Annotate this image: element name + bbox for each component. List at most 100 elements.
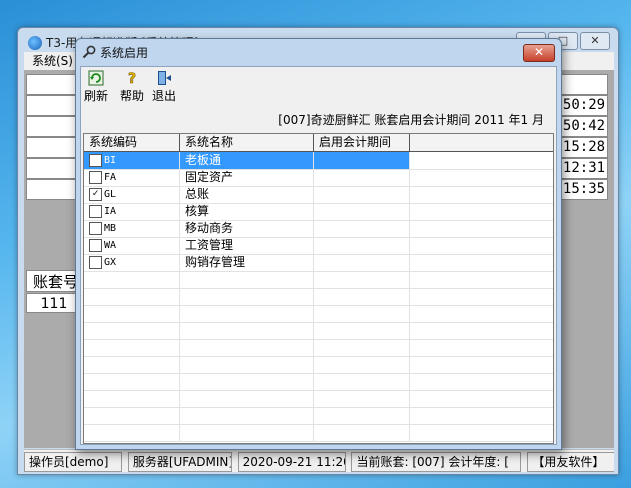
exit-button[interactable]: 退出 [149, 70, 179, 104]
system-name-cell [180, 271, 314, 288]
status-brand: 【用友软件】 [527, 452, 614, 472]
system-code-cell [84, 424, 180, 441]
status-bar: 操作员[demo] 服务器[UFADMIN] 2020-09-21 11:20 … [24, 449, 614, 472]
svg-text:?: ? [128, 71, 136, 86]
login-time-cell: 50:29 [560, 95, 608, 116]
table-row[interactable] [84, 356, 553, 374]
table-row[interactable]: GX 购销存管理 [84, 254, 553, 272]
dialog-close-button[interactable]: ✕ [523, 44, 555, 62]
system-code-cell: MB [84, 220, 180, 237]
status-server: 服务器[UFADMIN] [127, 452, 232, 472]
system-name-cell [180, 373, 314, 390]
system-code: GL [104, 189, 117, 200]
system-name: 工资管理 [185, 238, 234, 252]
table-row[interactable]: MB 移动商务 [84, 220, 553, 238]
main-close-button[interactable]: ✕ [580, 32, 610, 50]
table-row[interactable]: FA 固定资产 [84, 169, 553, 187]
login-time-cell: 15:28 [560, 137, 608, 158]
system-name-cell: 老板通 [180, 152, 314, 169]
system-code: MB [104, 223, 117, 234]
enable-checkbox[interactable] [89, 239, 102, 252]
enable-period-cell[interactable] [314, 373, 410, 390]
enable-checkbox[interactable] [89, 171, 102, 184]
table-row[interactable]: IA 核算 [84, 203, 553, 221]
column-header-filler [410, 134, 553, 151]
status-account: 当前账套: [007] 会计年度: [ [351, 452, 522, 472]
system-name: 固定资产 [185, 170, 234, 184]
refresh-button[interactable]: 刷新 [81, 70, 111, 104]
enable-checkbox[interactable] [89, 154, 102, 167]
table-row[interactable]: ✓ GL 总账 [84, 186, 553, 204]
system-name-cell [180, 356, 314, 373]
system-enable-dialog: 系统启用 ✕ 刷新 ? 帮助 退出 [007]奇迹厨鲜汇 账套启用会计期间 20… [75, 38, 562, 450]
enable-period-cell[interactable] [314, 237, 410, 254]
table-row[interactable] [84, 424, 553, 442]
enable-period-cell[interactable] [314, 203, 410, 220]
enable-checkbox[interactable] [89, 222, 102, 235]
enable-period-cell[interactable] [314, 390, 410, 407]
table-row[interactable]: BI 老板通 [84, 152, 553, 170]
system-code-cell [84, 288, 180, 305]
system-name-cell: 总账 [180, 186, 314, 203]
system-name-cell: 固定资产 [180, 169, 314, 186]
system-name-cell [180, 424, 314, 441]
system-code-cell: BI [84, 152, 180, 169]
table-row[interactable] [84, 322, 553, 340]
system-name: 移动商务 [185, 221, 234, 235]
enable-period-cell[interactable] [314, 322, 410, 339]
enable-checkbox[interactable] [89, 256, 102, 269]
enable-period-cell[interactable] [314, 271, 410, 288]
system-name-cell [180, 322, 314, 339]
system-name-cell [180, 390, 314, 407]
enable-period-cell[interactable] [314, 305, 410, 322]
system-name: 购销存管理 [185, 255, 246, 269]
enable-period-cell[interactable] [314, 220, 410, 237]
system-code-cell: WA [84, 237, 180, 254]
system-name-cell [180, 305, 314, 322]
table-row[interactable] [84, 373, 553, 391]
refresh-label: 刷新 [83, 89, 108, 103]
table-row[interactable] [84, 271, 553, 289]
status-datetime: 2020-09-21 11:20 [237, 452, 346, 472]
enable-period-cell[interactable] [314, 407, 410, 424]
enable-checkbox[interactable] [89, 205, 102, 218]
system-code-cell: GX [84, 254, 180, 271]
menu-system[interactable]: 系统(S) [24, 54, 73, 68]
column-header-name[interactable]: 系统名称 [180, 134, 314, 151]
system-code-cell: FA [84, 169, 180, 186]
help-icon: ? [128, 71, 137, 86]
system-name-cell [180, 288, 314, 305]
enable-period-cell[interactable] [314, 356, 410, 373]
dialog-titlebar[interactable]: 系统启用 ✕ [76, 39, 561, 65]
enable-period-cell[interactable] [314, 169, 410, 186]
system-name: 核算 [185, 204, 210, 218]
column-header-period[interactable]: 启用会计期间 [314, 134, 410, 151]
app-logo-icon [28, 36, 42, 50]
help-button[interactable]: ? 帮助 [117, 70, 147, 104]
toolbar: 刷新 ? 帮助 退出 [81, 67, 556, 105]
enable-period-cell[interactable] [314, 152, 410, 169]
enable-period-cell[interactable] [314, 254, 410, 271]
enable-period-cell[interactable] [314, 288, 410, 305]
system-code-cell: ✓ GL [84, 186, 180, 203]
enable-period-cell[interactable] [314, 186, 410, 203]
table-row[interactable] [84, 288, 553, 306]
enable-checkbox[interactable]: ✓ [89, 188, 102, 201]
table-row[interactable] [84, 390, 553, 408]
login-time-cell [560, 74, 608, 95]
enable-period-cell[interactable] [314, 424, 410, 441]
column-header-code[interactable]: 系统编码 [84, 134, 180, 151]
enable-period-cell[interactable] [314, 339, 410, 356]
login-time-cell: 15:35 [560, 179, 608, 200]
account-number-cell[interactable]: 111 [26, 293, 82, 313]
table-row[interactable] [84, 339, 553, 357]
exit-door-icon [158, 71, 171, 85]
system-name-cell: 购销存管理 [180, 254, 314, 271]
system-code: IA [104, 206, 117, 217]
table-row[interactable]: WA 工资管理 [84, 237, 553, 255]
system-code-cell [84, 305, 180, 322]
table-row[interactable] [84, 305, 553, 323]
help-label: 帮助 [119, 89, 144, 103]
system-name: 总账 [185, 187, 210, 201]
table-row[interactable] [84, 407, 553, 425]
